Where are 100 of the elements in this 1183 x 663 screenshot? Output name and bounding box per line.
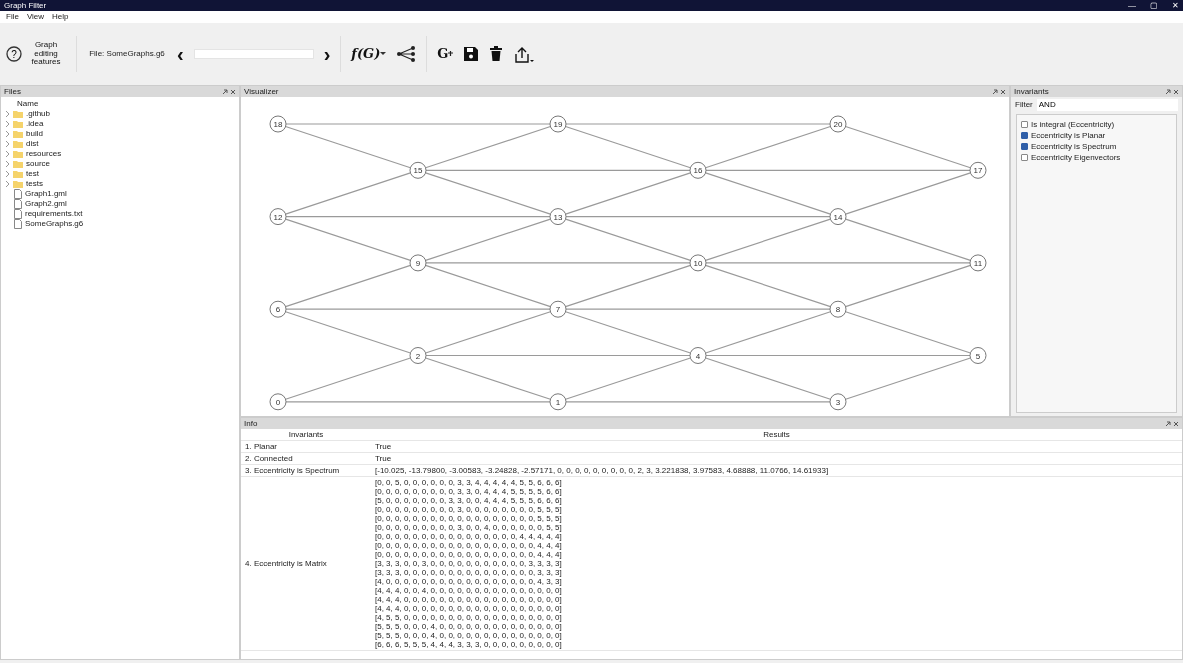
checkbox[interactable] [1021,132,1028,139]
previous-button[interactable]: ‹ [177,44,184,64]
matrix-row-text: [0, 0, 0, 0, 0, 0, 0, 0, 0, 0, 0, 0, 0, 0, 0, 0, 0, 0, 4, 4, 4] [375,541,563,550]
checkbox[interactable] [1021,154,1028,161]
column-header: Invariants [241,429,371,441]
graph-node[interactable]: 15 [409,161,427,179]
panel-title: Files [4,85,21,98]
graph-node[interactable]: 6 [269,300,287,318]
panel-title: Info [244,417,258,430]
help-button[interactable]: ? Graph editing features [6,40,66,68]
menu-item[interactable]: Help [52,11,69,23]
graph-node[interactable]: 20 [829,115,847,133]
graph-node[interactable]: 9 [409,254,427,272]
file-tree-item[interactable]: Graph2.gml [1,199,239,209]
file-tree-item[interactable]: test [1,169,239,179]
graph-button[interactable] [396,45,417,63]
matrix-row-text: [0, 0, 0, 0, 0, 0, 0, 0, 0, 3, 0, 0, 0, 0, 0, 0, 0, 0, 5, 5, 5] [375,505,563,514]
table-cell: True [371,440,1182,453]
invariant-option[interactable]: Eccentricity Eigenvectors [1021,152,1172,163]
file-tree-item[interactable]: source [1,159,239,169]
panel-title: Visualizer [244,85,279,98]
matrix-row-text: [0, 0, 0, 0, 0, 0, 0, 0, 0, 3, 3, 0, 4, 4, 4, 5, 5, 5, 5, 6, 6] [375,487,563,496]
graph-node[interactable]: 12 [269,208,287,226]
save-button[interactable] [463,46,480,62]
column-header: Results [371,429,1182,441]
table-cell: 2. Connected [241,452,371,465]
matrix-row-text: [4, 4, 4, 0, 0, 4, 0, 0, 0, 0, 0, 0, 0, 0, 0, 0, 0, 0, 0, 0, 0] [375,586,563,595]
file-label: File: SomeGraphs.g6 [88,48,166,60]
graph-node[interactable]: 18 [269,115,287,133]
matrix-row-text: [0, 0, 5, 0, 0, 0, 0, 0, 0, 3, 3, 4, 4, 4, 4, 4, 5, 5, 6, 6, 6] [375,478,563,487]
file-tree-item[interactable]: build [1,129,239,139]
panel-controls-icon [1165,88,1179,95]
window-control-button[interactable]: ✕ [1172,0,1179,12]
column-header: Name [16,99,40,109]
invariant-option[interactable]: Eccentricity is Planar [1021,130,1172,141]
matrix-row-text: [3, 3, 3, 0, 0, 0, 0, 0, 0, 0, 0, 0, 0, 0, 0, 0, 0, 0, 3, 3, 3] [375,568,563,577]
window-control-button[interactable]: — [1128,0,1136,12]
menu-item[interactable]: File [6,11,19,23]
graph-node[interactable]: 4 [689,347,707,364]
table-cell: True [371,452,1182,465]
plus-icon [448,51,454,57]
checkbox[interactable] [1021,143,1028,150]
graph-node[interactable]: 2 [409,347,427,364]
export-icon [513,45,535,63]
window-control-button[interactable]: ▢ [1150,0,1158,12]
caret-icon [380,52,387,56]
graph-node[interactable]: 3 [829,393,847,411]
add-graph-button[interactable]: G [437,46,454,62]
file-tree-item[interactable]: requirements.txt [1,209,239,219]
graph-node[interactable]: 0 [269,393,287,411]
graph-node[interactable]: 10 [689,254,707,272]
next-button[interactable]: › [323,44,331,64]
matrix-row-text: [5, 0, 0, 0, 0, 0, 0, 0, 3, 3, 0, 0, 4, 4, 4, 5, 5, 5, 6, 6, 6] [375,496,563,505]
graph-node[interactable]: 19 [549,115,567,133]
invariant-option[interactable]: Eccentricity is Spectrum [1021,141,1172,152]
matrix-row-text: [4, 5, 5, 0, 0, 0, 0, 0, 0, 0, 0, 0, 0, 0, 0, 0, 0, 0, 0, 0, 0] [375,613,563,622]
graph-node[interactable]: 5 [969,347,987,364]
table-cell: 3. Eccentricity is Spectrum [241,464,371,477]
matrix-row-text: [0, 0, 0, 0, 0, 0, 0, 0, 0, 0, 0, 0, 0, 0, 0, 0, 4, 4, 4, 4, 4] [375,532,563,541]
graph-node[interactable]: 1 [549,393,567,411]
help-icon: ? [6,46,22,62]
invariant-option[interactable]: Is integral (Eccentricity) [1021,119,1172,130]
filter-field[interactable]: AND [1036,99,1178,111]
file-tree-item[interactable]: Graph1.gml [1,189,239,199]
matrix-row-text: [0, 0, 0, 0, 0, 0, 0, 0, 0, 3, 0, 0, 4, 0, 0, 0, 0, 0, 0, 5, 5] [375,523,563,532]
panel-title: Invariants [1014,85,1049,98]
panel-controls-icon [1165,420,1179,427]
graph-node[interactable]: 7 [549,300,567,318]
file-tree-item[interactable]: resources [1,149,239,159]
graph-node[interactable]: 13 [549,208,567,226]
panel-controls-icon [222,88,236,95]
export-button[interactable] [513,45,535,63]
graph-node[interactable]: 16 [689,161,707,179]
matrix-row-text: [6, 6, 6, 5, 5, 5, 4, 4, 4, 3, 3, 3, 0, 0, 0, 0, 0, 0, 0, 0, 0] [375,640,563,649]
save-icon [463,46,480,62]
file-tree-item[interactable]: .github [1,109,239,119]
checkbox[interactable] [1021,121,1028,128]
table-cell: 4. Eccentricity is Matrix [241,476,371,651]
file-tree-item[interactable]: tests [1,179,239,189]
menu-item[interactable]: View [26,11,45,23]
function-dropdown-button[interactable]: f(G) [351,46,387,62]
file-tree-item[interactable]: .idea [1,119,239,129]
table-cell: [-10.025, -13.79800, -3.00583, -3.24828, -2.57171, 0, 0, 0, 0, 0, 0, 0, 0, 0, 2, 3, 3.221838, 3.97583, 4.68888, 11.0766, 14.61933] [371,464,1182,477]
matrix-row-text: [4, 4, 4, 0, 0, 0, 0, 0, 0, 0, 0, 0, 0, 0, 0, 0, 0, 0, 0, 0, 0] [375,604,563,613]
graph-node[interactable]: 17 [969,161,987,179]
matrix-row-text: [5, 5, 5, 0, 0, 0, 4, 0, 0, 0, 0, 0, 0, 0, 0, 0, 0, 0, 0, 0, 0] [375,622,563,631]
matrix-row-text: [0, 0, 0, 0, 0, 0, 0, 0, 0, 0, 0, 0, 0, 0, 0, 0, 0, 0, 4, 4, 4] [375,550,563,559]
matrix-row-text: [4, 0, 0, 0, 0, 0, 0, 0, 0, 0, 0, 0, 0, 0, 0, 0, 0, 0, 4, 3, 3] [375,577,563,586]
filter-label: Filter [1015,99,1033,111]
file-tree-item[interactable]: dist [1,139,239,149]
graph-node[interactable]: 8 [829,300,847,318]
delete-button[interactable] [489,46,504,62]
matrix-row-text: [3, 3, 3, 0, 0, 3, 0, 0, 0, 0, 0, 0, 0, 0, 0, 0, 0, 3, 3, 3, 3] [375,559,563,568]
graph-node[interactable]: 11 [969,254,987,272]
graph-node[interactable]: 14 [829,208,847,226]
trash-icon [489,46,504,62]
matrix-row-text: [4, 4, 4, 0, 0, 0, 0, 0, 0, 0, 0, 0, 0, 0, 0, 0, 0, 0, 0, 0, 0] [375,595,563,604]
matrix-row-text: [0, 0, 0, 0, 0, 0, 0, 0, 0, 0, 0, 0, 0, 0, 0, 0, 0, 0, 5, 5, 5] [375,514,563,523]
file-tree-item[interactable]: SomeGraphs.g6 [1,219,239,229]
matrix-row-text: [5, 5, 5, 0, 0, 0, 4, 0, 0, 0, 0, 0, 0, 0, 0, 0, 0, 0, 0, 0, 0] [375,631,563,640]
